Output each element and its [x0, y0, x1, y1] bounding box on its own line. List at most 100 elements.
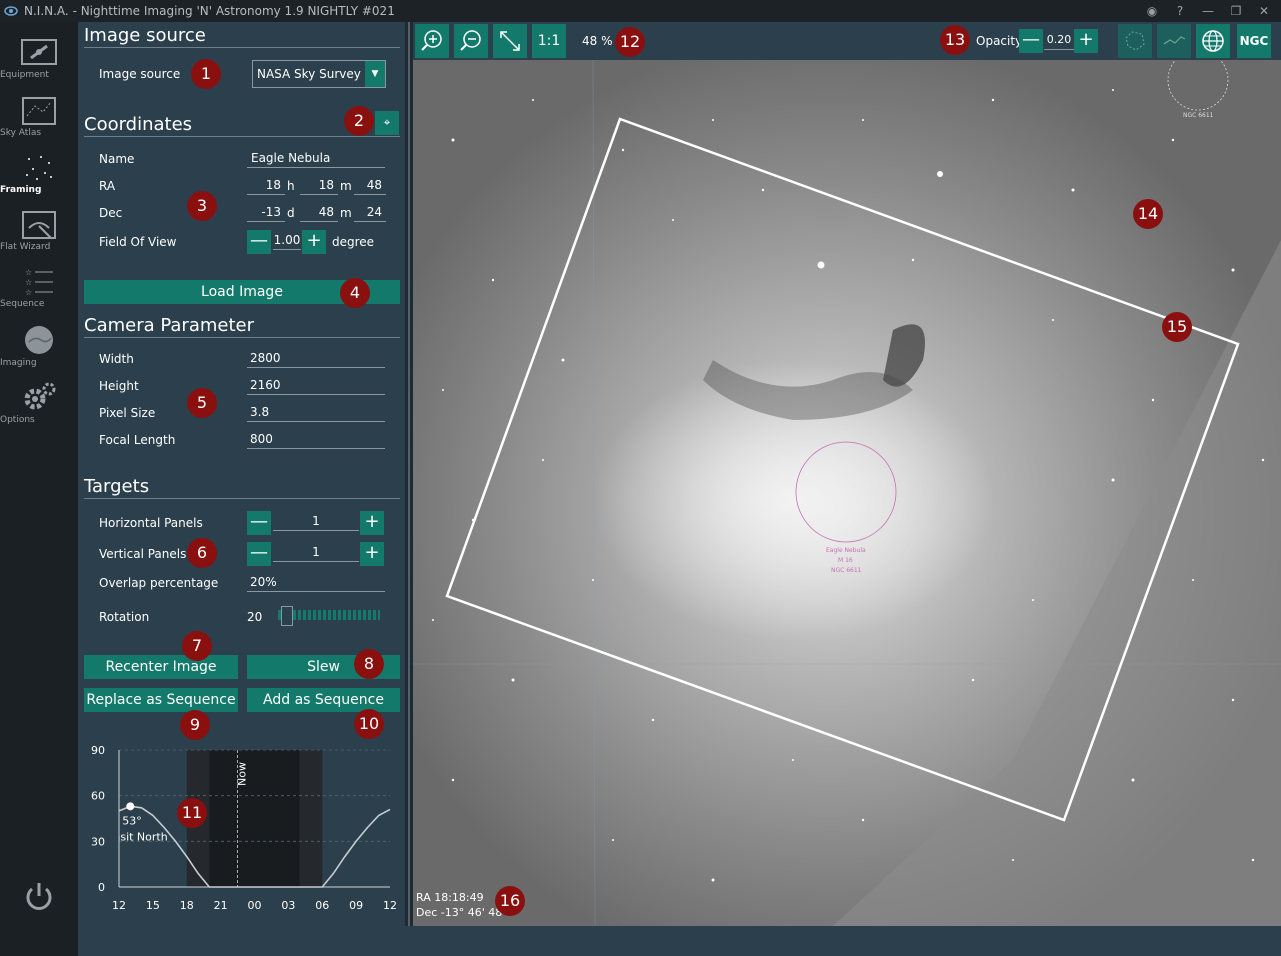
constellation-boundary-button[interactable]	[1118, 24, 1152, 58]
marker-14: 14	[1133, 199, 1163, 229]
gear-icon	[24, 382, 56, 410]
status-bar	[78, 926, 1281, 956]
zoom-in-button[interactable]	[415, 24, 449, 58]
marker-16: 16	[495, 886, 525, 916]
chevron-down-icon[interactable]: ▼	[365, 61, 385, 87]
vertical-panels-field[interactable]: 1	[273, 544, 359, 562]
opacity-field[interactable]: 0.20	[1044, 32, 1074, 50]
close-icon[interactable]: ✕	[1257, 4, 1271, 18]
replace-as-sequence-button[interactable]: Replace as Sequence	[84, 688, 238, 712]
chart-altitude-line	[118, 805, 391, 888]
chart-y-tick-label: 0	[98, 881, 105, 894]
fit-icon	[500, 31, 520, 51]
focal-length-field[interactable]: 800	[247, 431, 385, 449]
recenter-image-button[interactable]: Recenter Image	[84, 655, 238, 679]
object-label-messier: M 16	[838, 557, 853, 564]
camera-height-field[interactable]: 2160	[247, 377, 385, 395]
pixel-size-field[interactable]: 3.8	[247, 404, 385, 422]
targets-heading: Targets	[84, 476, 150, 497]
panel-splitter[interactable]	[405, 22, 413, 926]
marker-4: 4	[340, 278, 370, 308]
ra-readout: RA 18:18:49	[416, 891, 484, 904]
window-title: N.I.N.A. - Nighttime Imaging 'N' Astrono…	[24, 4, 395, 18]
nav-item-sequence[interactable]: ☆ ☆ ☆ Sequence	[0, 267, 78, 324]
vpanels-decrease-button[interactable]: —	[247, 542, 271, 566]
rotation-slider[interactable]	[278, 606, 380, 626]
marker-13: 13	[940, 25, 970, 55]
marker-2: 2	[344, 106, 374, 136]
ra-minutes-field[interactable]: 18	[300, 177, 338, 195]
zoom-out-button[interactable]	[454, 24, 488, 58]
eye-icon[interactable]: ◉	[1145, 4, 1159, 18]
chart-x-tick-label: 06	[315, 899, 329, 912]
nav-item-imaging[interactable]: Imaging	[0, 324, 78, 381]
dec-minutes-field[interactable]: 48	[300, 204, 338, 222]
image-source-dropdown[interactable]: NASA Sky Survey ▼	[252, 60, 386, 88]
coordinates-heading: Coordinates	[84, 114, 193, 135]
one-to-one-button[interactable]: 1:1	[532, 24, 566, 58]
nav-label: Options	[0, 415, 35, 425]
grid-toggle-button[interactable]	[1196, 24, 1230, 58]
minimize-icon[interactable]: —	[1201, 4, 1215, 18]
marker-10: 10	[354, 709, 384, 739]
target-name-field[interactable]: Eagle Nebula	[247, 150, 385, 168]
zoom-in-icon	[421, 30, 442, 51]
hpanels-increase-button[interactable]: +	[360, 511, 384, 535]
nav-label: Sequence	[0, 299, 45, 309]
fov-decrease-button[interactable]: —	[247, 230, 271, 254]
ra-minutes-unit: m	[340, 179, 352, 193]
nav-item-options[interactable]: Options	[0, 381, 78, 438]
object-label-ngc: NGC 6611	[831, 567, 862, 574]
nav-label: Imaging	[0, 358, 37, 368]
dec-readout: Dec -13° 46' 48	[416, 906, 502, 919]
add-as-sequence-button[interactable]: Add as Sequence	[247, 688, 400, 712]
svg-text:☆: ☆	[25, 278, 32, 287]
opacity-label: Opacity	[976, 34, 1023, 48]
horizontal-panels-label: Horizontal Panels	[99, 516, 203, 530]
chart-x-tick-label: 12	[112, 899, 126, 912]
fov-field[interactable]: 1.00	[273, 232, 301, 250]
chart-plot-area	[119, 750, 390, 887]
fov-increase-button[interactable]: +	[302, 230, 326, 254]
help-icon[interactable]: ?	[1173, 4, 1187, 18]
opacity-increase-button[interactable]: +	[1074, 29, 1098, 53]
marker-5: 5	[187, 388, 217, 418]
width-label: Width	[99, 352, 134, 366]
flat-wizard-icon	[22, 211, 56, 239]
constellation-boundary-icon	[1125, 31, 1145, 51]
nav-item-framing[interactable]: Framing	[0, 153, 78, 210]
sky-survey-image[interactable]: NGC 6611 Eagle Nebula M 16 NGC 6611 RA 1…	[413, 60, 1281, 926]
nav-item-sky-atlas[interactable]: Sky Atlas	[0, 96, 78, 153]
dec-seconds-field[interactable]: 24	[354, 204, 386, 222]
opacity-decrease-button[interactable]: —	[1019, 29, 1043, 53]
vpanels-increase-button[interactable]: +	[360, 542, 384, 566]
constellation-lines-button[interactable]	[1157, 24, 1191, 58]
power-icon[interactable]	[22, 880, 56, 914]
image-source-heading: Image source	[84, 25, 206, 46]
telescope-icon	[21, 39, 57, 65]
ngc-toggle-button[interactable]: NGC	[1237, 24, 1271, 58]
framing-icon	[26, 156, 52, 180]
main-nav: Equipment Sky Atlas Framing Flat Wizard …	[0, 22, 78, 956]
nav-item-flat-wizard[interactable]: Flat Wizard	[0, 210, 78, 267]
nav-item-equipment[interactable]: Equipment	[0, 38, 78, 95]
ra-seconds-field[interactable]: 48	[354, 177, 386, 195]
fit-to-screen-button[interactable]	[493, 24, 527, 58]
divider	[84, 498, 400, 499]
marker-8: 8	[354, 649, 384, 679]
slider-track	[278, 610, 380, 620]
dec-degrees-field[interactable]: -13	[247, 204, 285, 222]
marker-7: 7	[182, 631, 212, 661]
ra-hours-field[interactable]: 18	[247, 177, 285, 195]
svg-text:☆: ☆	[25, 288, 32, 297]
horizontal-panels-field[interactable]: 1	[273, 513, 359, 531]
hpanels-decrease-button[interactable]: —	[247, 511, 271, 535]
overlap-field[interactable]: 20%	[247, 574, 385, 592]
marker-9: 9	[180, 710, 210, 740]
maximize-icon[interactable]: ❐	[1229, 4, 1243, 18]
camera-width-field[interactable]: 2800	[247, 350, 385, 368]
zoom-out-icon	[460, 30, 481, 51]
slider-thumb[interactable]	[281, 606, 293, 626]
chart-x-tick-label: 03	[281, 899, 295, 912]
location-pin-button[interactable]: ⌖	[375, 111, 399, 135]
